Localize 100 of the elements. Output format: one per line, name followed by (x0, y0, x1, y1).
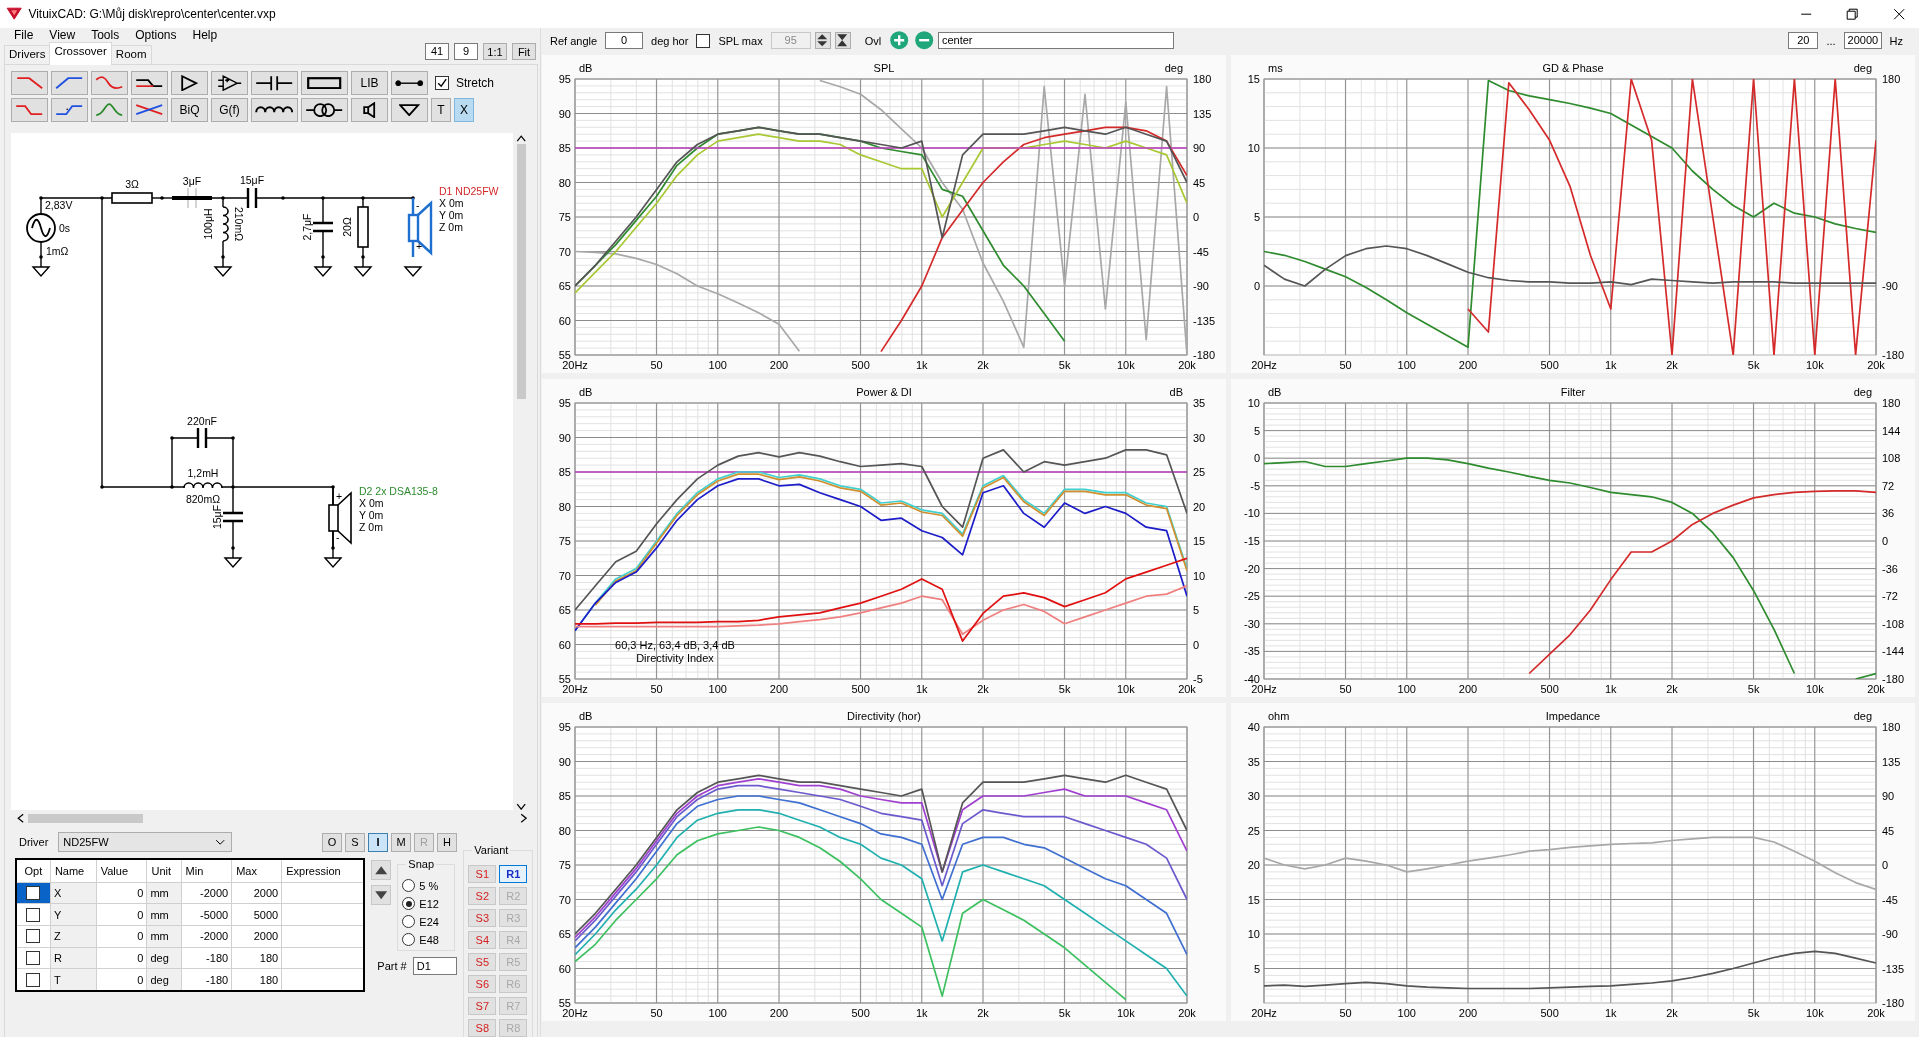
axis-label: 5 (1253, 962, 1260, 975)
axis-label: 20Hz (562, 683, 588, 695)
axis-label: 75 (558, 535, 571, 547)
axis-label: -135 (1882, 962, 1905, 975)
radio-label: 5 % (419, 879, 439, 892)
component-value: 20Ω (341, 217, 353, 237)
axis-label: 200 (769, 683, 789, 695)
axis-label: 20 (1193, 500, 1206, 513)
axis-label: 10k (1116, 683, 1135, 695)
axis-label: 135 (1193, 107, 1212, 120)
driver-label: Driver (18, 836, 50, 848)
axis-label: 10 (1247, 928, 1260, 940)
axis-label: 90 (1882, 790, 1895, 802)
axis-label: -144 (1882, 645, 1905, 658)
axis-unit: dB (1169, 386, 1183, 398)
driver-name: D1 ND25FW (439, 185, 499, 197)
axis-label: -15 (1244, 535, 1260, 547)
column-header: Name (50, 859, 97, 883)
axis-label: 65 (558, 604, 571, 616)
axis-label: 60 (558, 962, 571, 975)
axis-label: 2k (977, 359, 989, 371)
component-resistance: 210mΩ (233, 206, 245, 242)
axis-label: 200 (1458, 1007, 1478, 1019)
axis-label: 50 (1339, 683, 1352, 695)
range-separator: ... (1825, 34, 1837, 47)
driver-position: X 0m (439, 197, 464, 209)
axis-label: -72 (1882, 590, 1898, 603)
axis-label: 200 (1458, 359, 1478, 371)
axis-label: 2k (1666, 359, 1678, 371)
axis-label: 180 (1882, 397, 1901, 409)
axis-label: 108 (1882, 452, 1901, 465)
radio-label: E12 (419, 897, 439, 910)
axis-label: -20 (1244, 562, 1260, 575)
radio-label: E24 (419, 915, 439, 928)
axis-label: 5 (1193, 604, 1200, 616)
component-value: 2,7μF (301, 213, 313, 241)
axis-label: 65 (558, 928, 571, 940)
axis-label: 70 (558, 569, 571, 582)
source-resistance: 1mΩ (46, 245, 69, 257)
axis-label: 50 (650, 359, 663, 371)
axis-label: 40 (1247, 721, 1260, 733)
axis-label: 95 (558, 73, 571, 85)
axis-label: 50 (650, 683, 663, 695)
axis-label: 95 (558, 721, 571, 733)
driver-position: Z 0m (439, 221, 463, 233)
axis-label: 5k (1058, 683, 1071, 695)
component-value: 15μF (211, 504, 223, 530)
axis-label: 100 (1397, 359, 1416, 371)
axis-label: -10 (1244, 507, 1260, 520)
axis-label: 1k (916, 359, 928, 371)
column-header: Opt (16, 859, 51, 883)
axis-label: 2k (977, 1007, 989, 1019)
axis-label: 200 (769, 1007, 789, 1019)
axis-label: 50 (650, 1007, 663, 1019)
axis-label: 5k (1747, 683, 1760, 695)
axis-label: 20Hz (1251, 683, 1277, 695)
axis-label: -35 (1244, 645, 1260, 658)
axis-label: 35 (1247, 755, 1260, 768)
axis-label: 90 (558, 755, 571, 768)
component-value: 3μF (182, 175, 202, 187)
axis-label: 20k (1178, 1007, 1196, 1019)
driver-position: Z 0m (359, 521, 383, 533)
chart-title: Power & DI (856, 386, 912, 398)
axis-label: 85 (558, 466, 571, 478)
axis-label: 100 (708, 1007, 727, 1019)
axis-label: 10k (1116, 359, 1135, 371)
component-value: 100μH (202, 208, 214, 240)
axis-label: 75 (558, 211, 571, 223)
axis-label: 25 (1247, 824, 1260, 837)
axis-label: 90 (558, 431, 571, 444)
axis-label: 10k (1805, 683, 1824, 695)
source-voltage: 2,83V (45, 199, 73, 211)
axis-label: 500 (1540, 683, 1559, 695)
axis-label: 100 (708, 359, 727, 371)
component-value: 1,2mH (187, 467, 219, 479)
chart-title: Filter (1560, 386, 1586, 398)
radio-label: E48 (419, 933, 439, 946)
axis-label: 500 (851, 1007, 870, 1019)
axis-label: 65 (558, 280, 571, 292)
axis-label: -108 (1882, 617, 1905, 630)
axis-label: 5k (1058, 359, 1071, 371)
axis-label: 80 (558, 500, 571, 513)
axis-label: 80 (558, 176, 571, 189)
component-value: 3Ω (125, 178, 139, 190)
axis-label: -36 (1882, 562, 1898, 575)
chart-title: SPL (873, 62, 895, 74)
chart-title: GD & Phase (1542, 62, 1604, 74)
checkbox-label: SPL max (717, 34, 764, 47)
axis-label: 15 (1247, 893, 1260, 906)
axis-label: 1k (916, 1007, 928, 1019)
driver-position: X 0m (359, 497, 384, 509)
axis-label: 5k (1747, 359, 1760, 371)
axis-label: 85 (558, 790, 571, 802)
axis-label: 50 (1339, 359, 1352, 371)
axis-label: 20Hz (1251, 359, 1277, 371)
polarity-sign: + (416, 240, 423, 252)
axis-label: 0 (1882, 859, 1889, 871)
axis-label: -25 (1244, 590, 1260, 603)
driver-position: Y 0m (439, 209, 464, 221)
axis-label: 90 (558, 107, 571, 120)
